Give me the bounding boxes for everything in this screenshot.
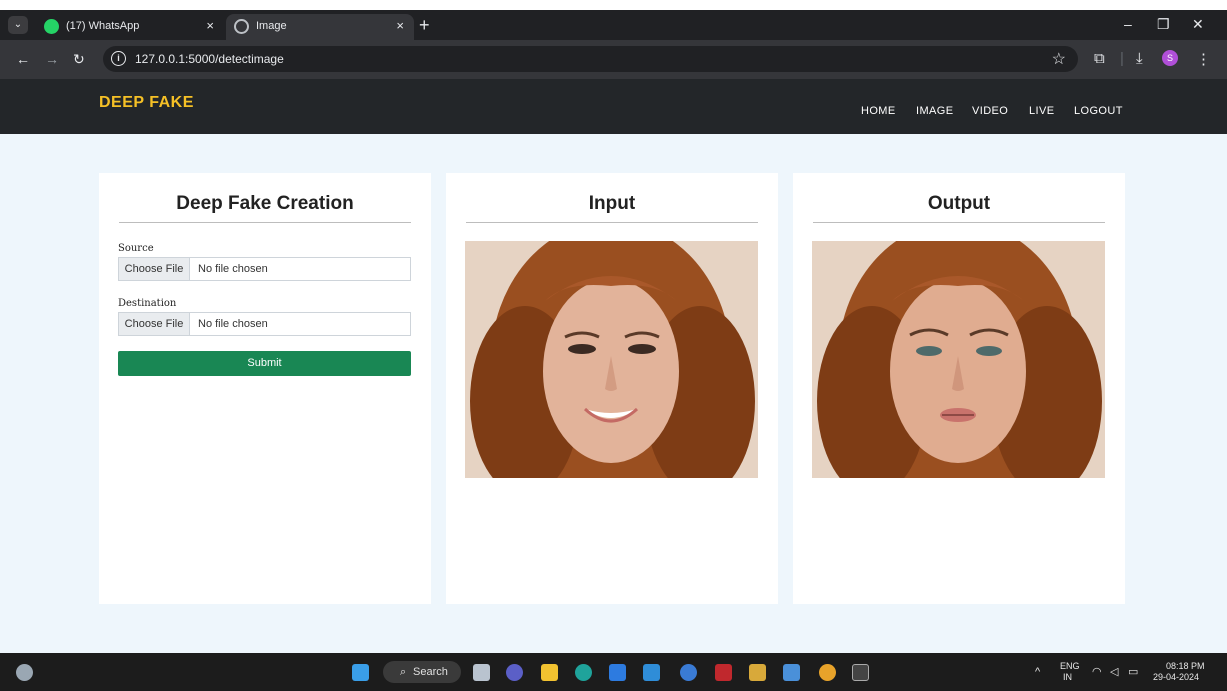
taskbar-search-label: Search — [413, 666, 448, 678]
url-text: 127.0.0.1:5000/detectimage — [135, 52, 284, 66]
tab-title: Image — [256, 20, 287, 32]
close-tab-icon[interactable]: × — [206, 18, 214, 33]
file-explorer-icon[interactable] — [541, 664, 558, 681]
nav-image[interactable]: IMAGE — [916, 105, 953, 117]
source-choose-file-button[interactable]: Choose File — [119, 258, 190, 280]
globe-icon — [234, 19, 249, 34]
battery-icon[interactable]: ▭ — [1128, 665, 1138, 678]
mysql-icon[interactable] — [643, 664, 660, 681]
extensions-icon[interactable]: ⧉ — [1094, 50, 1105, 67]
deep-fake-form-card: Deep Fake Creation Source Choose File No… — [99, 173, 431, 604]
restore-icon[interactable]: ❐ — [1157, 16, 1170, 33]
clock-date[interactable]: 29-04-2024 — [1153, 672, 1199, 682]
source-label: Source — [118, 243, 154, 254]
whatsapp-icon — [44, 19, 59, 34]
edge-icon[interactable] — [575, 664, 592, 681]
close-window-icon[interactable]: ✕ — [1192, 16, 1204, 33]
mcafee-icon[interactable] — [715, 664, 732, 681]
tab-title: (17) WhatsApp — [66, 20, 140, 32]
weather-icon[interactable] — [16, 664, 33, 681]
python-icon[interactable] — [749, 664, 766, 681]
taskbar-search[interactable]: ⌕ Search — [383, 661, 461, 683]
help-icon[interactable] — [680, 664, 697, 681]
nav-live[interactable]: LIVE — [1029, 105, 1054, 117]
teams-icon[interactable] — [506, 664, 523, 681]
clock-time[interactable]: 08:18 PM — [1166, 661, 1205, 671]
nav-video[interactable]: VIDEO — [972, 105, 1008, 117]
notepad-icon[interactable] — [783, 664, 800, 681]
reload-icon[interactable]: ↻ — [73, 51, 85, 68]
main-content: Deep Fake Creation Source Choose File No… — [0, 134, 1227, 653]
task-view-icon[interactable] — [473, 664, 490, 681]
tab-bar: ⌄ (17) WhatsApp × Image × + – ❐ ✕ — [0, 10, 1227, 40]
window-top-edge — [0, 0, 1227, 10]
nav-logout[interactable]: LOGOUT — [1074, 105, 1123, 117]
output-card: Output — [793, 173, 1125, 604]
toolbar-divider: | — [1120, 50, 1124, 67]
site-info-icon[interactable]: i — [111, 51, 126, 66]
wifi-icon[interactable]: ◠ — [1092, 665, 1102, 678]
back-icon[interactable]: ← — [16, 51, 30, 67]
download-icon[interactable]: ⤓ — [1136, 50, 1143, 67]
forward-icon[interactable]: → — [45, 51, 59, 67]
region-code[interactable]: IN — [1063, 672, 1072, 682]
destination-file-status: No file chosen — [198, 318, 268, 330]
input-card-title: Input — [466, 193, 758, 223]
destination-choose-file-button[interactable]: Choose File — [119, 313, 190, 335]
url-bar[interactable]: i 127.0.0.1:5000/detectimage ☆ — [103, 46, 1078, 72]
profile-avatar[interactable]: S — [1162, 50, 1178, 66]
tab-image[interactable]: Image × — [226, 14, 414, 40]
address-bar-row: ← → ↻ i 127.0.0.1:5000/detectimage ☆ ⧉ |… — [0, 40, 1227, 79]
windows-start-icon[interactable] — [352, 664, 369, 681]
menu-kebab-icon[interactable]: ⋮ — [1196, 50, 1211, 68]
form-card-title: Deep Fake Creation — [119, 193, 411, 223]
tab-whatsapp[interactable]: (17) WhatsApp × — [36, 14, 224, 40]
volume-icon[interactable]: ◁ — [1110, 665, 1118, 678]
destination-file-input[interactable]: Choose File No file chosen — [118, 312, 411, 336]
submit-button[interactable]: Submit — [118, 351, 411, 376]
bookmark-star-icon[interactable]: ☆ — [1052, 49, 1066, 69]
destination-label: Destination — [118, 298, 177, 309]
output-card-title: Output — [813, 193, 1105, 223]
new-tab-button[interactable]: + — [419, 15, 430, 36]
chrome-icon[interactable] — [819, 664, 836, 681]
terminal-icon[interactable] — [852, 664, 869, 681]
minimize-icon[interactable]: – — [1124, 16, 1132, 32]
source-file-status: No file chosen — [198, 263, 268, 275]
tab-search-dropdown[interactable]: ⌄ — [8, 16, 28, 34]
store-icon[interactable] — [609, 664, 626, 681]
input-face-image — [465, 241, 758, 478]
windows-taskbar: ⌕ Search ^ ENG IN ◠ ◁ ▭ 08:18 PM 29-04-20… — [0, 653, 1227, 691]
close-tab-icon[interactable]: × — [396, 18, 404, 33]
source-file-input[interactable]: Choose File No file chosen — [118, 257, 411, 281]
output-face-image — [812, 241, 1105, 478]
nav-home[interactable]: HOME — [861, 105, 896, 117]
input-card: Input — [446, 173, 778, 604]
site-header: DEEP FAKE HOME IMAGE VIDEO LIVE LOGOUT — [0, 79, 1227, 134]
language-code[interactable]: ENG — [1060, 661, 1080, 671]
search-icon: ⌕ — [400, 666, 407, 678]
tray-overflow-icon[interactable]: ^ — [1035, 666, 1040, 678]
brand-logo[interactable]: DEEP FAKE — [99, 94, 194, 112]
